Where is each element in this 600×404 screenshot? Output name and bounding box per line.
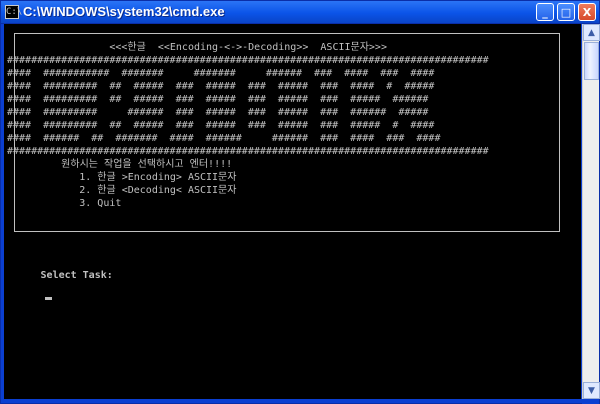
console-window: C:\ C:\WINDOWS\system32\cmd.exe _ □ X <<… — [0, 0, 600, 404]
title-bar[interactable]: C:\ C:\WINDOWS\system32\cmd.exe _ □ X — [1, 1, 599, 24]
prompt-row[interactable]: Select Task: — [10, 244, 113, 300]
console-line: 2. 한글 <Decoding< ASCII문자 — [7, 185, 237, 196]
console-line: #### ###### ## ####### #### ###### #####… — [7, 133, 441, 144]
console-line: 1. 한글 >Encoding> ASCII문자 — [7, 172, 237, 183]
console-line: 3. Quit — [7, 198, 122, 209]
chevron-up-icon: ▲ — [588, 27, 595, 38]
maximize-icon: □ — [560, 5, 572, 19]
console-line: #### ######### ## ##### ### ##### ### ##… — [7, 94, 429, 105]
minimize-button[interactable]: _ — [536, 3, 554, 21]
task-prompt: Select Task: — [40, 270, 113, 281]
console-area[interactable]: <<<한글 <<Encoding-<->-Decoding>> ASCII문자>… — [4, 24, 581, 399]
console-line: ########################################… — [7, 146, 489, 157]
minimize-icon: _ — [542, 5, 548, 19]
close-icon: X — [582, 5, 592, 19]
console-line: #### ######### ## ##### ### ##### ### ##… — [7, 81, 435, 92]
maximize-button[interactable]: □ — [557, 3, 575, 21]
text-cursor — [44, 297, 52, 300]
scroll-up-button[interactable]: ▲ — [583, 24, 600, 41]
window-bottom-frame — [582, 399, 599, 404]
console-line: ########################################… — [7, 55, 489, 66]
scroll-down-button[interactable]: ▼ — [583, 382, 600, 399]
vertical-scrollbar[interactable]: ▲ ▼ — [582, 24, 600, 399]
scroll-thumb[interactable] — [584, 42, 599, 80]
console-line: #### ########### ####### ####### ###### … — [7, 68, 435, 79]
console-output: <<<한글 <<Encoding-<->-Decoding>> ASCII문자>… — [7, 41, 573, 399]
cmd-icon: C:\ — [5, 5, 23, 19]
window-title: C:\WINDOWS\system32\cmd.exe — [23, 4, 225, 19]
console-line: #### ######### ###### ### ##### ### ####… — [7, 107, 429, 118]
console-line: #### ######### ## ##### ### ##### ### ##… — [7, 120, 435, 131]
close-button[interactable]: X — [578, 3, 596, 21]
console-line: <<<한글 <<Encoding-<->-Decoding>> ASCII문자>… — [7, 42, 387, 53]
console-line: 원하시는 작업을 선택하시고 엔터!!!! — [7, 159, 233, 170]
chevron-down-icon: ▼ — [588, 385, 595, 396]
